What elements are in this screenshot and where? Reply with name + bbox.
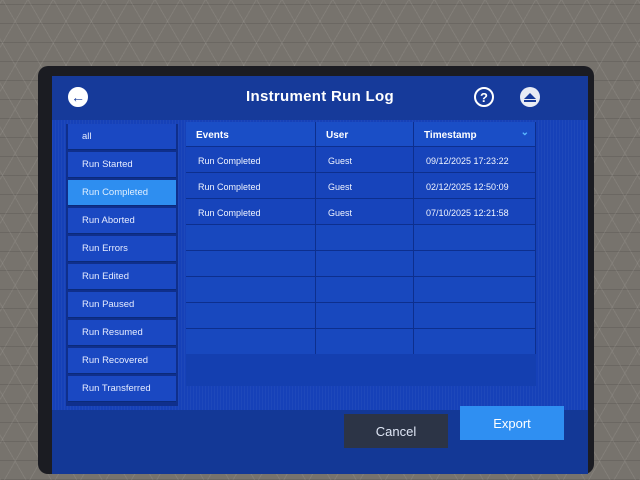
empty-cell xyxy=(186,329,316,354)
empty-cell xyxy=(316,251,414,276)
export-button[interactable]: Export xyxy=(460,406,564,440)
filter-item-run-completed[interactable]: Run Completed xyxy=(68,180,176,206)
filter-item-label: Run Started xyxy=(82,159,133,170)
column-header-user[interactable]: User xyxy=(316,122,414,146)
cancel-button[interactable]: Cancel xyxy=(344,414,448,448)
filter-item-label: Run Transferred xyxy=(82,383,151,394)
filter-item-run-recovered[interactable]: Run Recovered xyxy=(68,348,176,374)
column-header-events[interactable]: Events xyxy=(186,122,316,146)
cell-timestamp: 07/10/2025 12:21:58 xyxy=(414,199,536,224)
eject-icon-bar xyxy=(524,100,536,102)
empty-table-row xyxy=(186,328,536,354)
question-mark-icon: ? xyxy=(480,89,488,105)
empty-cell xyxy=(414,303,536,328)
empty-table-row xyxy=(186,276,536,302)
title-bar: ← Instrument Run Log ? xyxy=(52,76,588,120)
filter-item-label: Run Edited xyxy=(82,271,130,282)
empty-cell xyxy=(316,225,414,250)
filter-item-run-errors[interactable]: Run Errors xyxy=(68,236,176,262)
filter-item-run-started[interactable]: Run Started xyxy=(68,152,176,178)
filter-item-label: Run Recovered xyxy=(82,355,149,366)
cell-event: Run Completed xyxy=(186,147,316,172)
empty-cell xyxy=(316,277,414,302)
table-row[interactable]: Run Completed Guest 02/12/2025 12:50:09 xyxy=(186,172,536,198)
filter-item-label: Run Aborted xyxy=(82,215,135,226)
filter-item-run-paused[interactable]: Run Paused xyxy=(68,292,176,318)
filter-item-run-aborted[interactable]: Run Aborted xyxy=(68,208,176,234)
empty-cell xyxy=(414,329,536,354)
cell-timestamp: 09/12/2025 17:23:22 xyxy=(414,147,536,172)
help-button[interactable]: ? xyxy=(474,87,494,107)
filter-item-run-edited[interactable]: Run Edited xyxy=(68,264,176,290)
table-row[interactable]: Run Completed Guest 07/10/2025 12:21:58 xyxy=(186,198,536,224)
empty-cell xyxy=(414,225,536,250)
empty-cell xyxy=(186,277,316,302)
table-row[interactable]: Run Completed Guest 09/12/2025 17:23:22 xyxy=(186,146,536,172)
event-filter-list: all Run Started Run Completed Run Aborte… xyxy=(66,124,178,406)
filter-item-label: Run Paused xyxy=(82,299,135,310)
cell-timestamp: 02/12/2025 12:50:09 xyxy=(414,173,536,198)
empty-cell xyxy=(186,225,316,250)
column-header-timestamp-label: Timestamp xyxy=(424,130,477,141)
empty-cell xyxy=(186,251,316,276)
device-screen: ← Instrument Run Log ? all Run Started R… xyxy=(52,76,588,474)
empty-table-row xyxy=(186,250,536,276)
cell-event: Run Completed xyxy=(186,199,316,224)
run-log-table: Events User Timestamp ⌄ Run Completed Gu… xyxy=(186,122,536,386)
empty-cell xyxy=(186,303,316,328)
filter-item-label: Run Completed xyxy=(82,187,149,198)
empty-table-row xyxy=(186,302,536,328)
cell-event: Run Completed xyxy=(186,173,316,198)
empty-cell xyxy=(414,277,536,302)
filter-item-all[interactable]: all xyxy=(68,124,176,150)
cell-user: Guest xyxy=(316,173,414,198)
column-header-timestamp[interactable]: Timestamp ⌄ xyxy=(414,122,536,146)
eject-button[interactable] xyxy=(520,87,540,107)
eject-icon xyxy=(524,93,536,99)
chevron-down-icon[interactable]: ⌄ xyxy=(521,127,529,138)
cell-user: Guest xyxy=(316,199,414,224)
page-title: Instrument Run Log xyxy=(246,88,394,105)
filter-item-label: Run Errors xyxy=(82,243,128,254)
filter-item-run-transferred[interactable]: Run Transferred xyxy=(68,376,176,402)
filter-item-label: Run Resumed xyxy=(82,327,143,338)
empty-cell xyxy=(414,251,536,276)
filter-item-run-resumed[interactable]: Run Resumed xyxy=(68,320,176,346)
table-header: Events User Timestamp ⌄ xyxy=(186,122,536,146)
empty-cell xyxy=(316,329,414,354)
filter-item-label: all xyxy=(82,131,92,142)
empty-cell xyxy=(316,303,414,328)
empty-table-row xyxy=(186,224,536,250)
cell-user: Guest xyxy=(316,147,414,172)
